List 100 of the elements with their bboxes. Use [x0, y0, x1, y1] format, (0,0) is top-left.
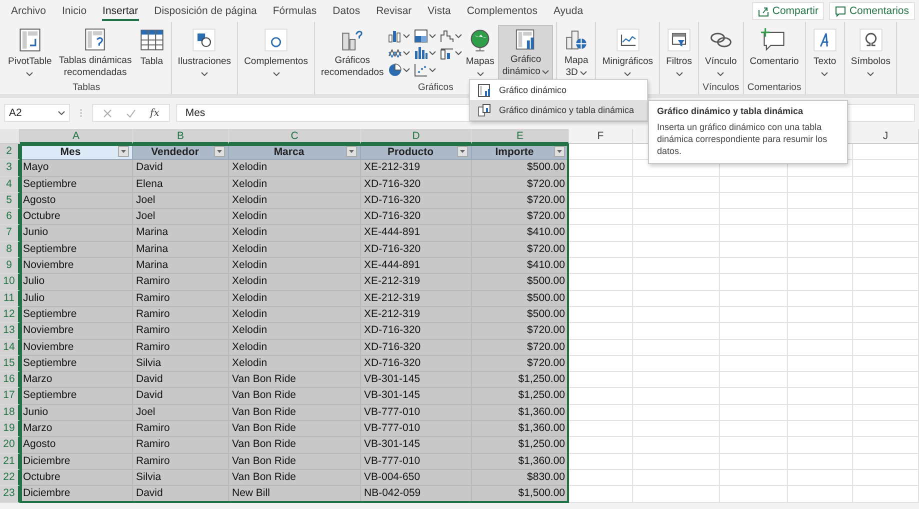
- table-cell: XD-716-320: [361, 209, 472, 226]
- table-cell: XD-716-320: [361, 356, 472, 372]
- table-cell: $1,250.00: [472, 372, 569, 388]
- table-cell: Ramiro: [133, 340, 229, 356]
- tooltip-text: Inserta un gráfico dinámico con una tabla dinámica correspondiente para resumir los datos.: [657, 121, 828, 157]
- table-cell: Septiembre: [20, 176, 133, 193]
- table-cell: Marina: [133, 258, 229, 274]
- table-cell: Van Bon Ride: [229, 372, 361, 388]
- table-cell: XD-716-320: [361, 192, 472, 210]
- table-cell: $720.00: [472, 323, 569, 340]
- table-cell: VB-301-145: [361, 388, 472, 405]
- table-cell: Noviembre: [20, 258, 133, 274]
- table-cell: Ramiro: [133, 306, 229, 324]
- table-cell: Xelodin: [229, 323, 361, 340]
- table-cell: Xelodin: [229, 356, 361, 372]
- table-cell: Ramiro: [133, 274, 229, 291]
- table-cell: $720.00: [472, 209, 569, 226]
- table-cell: Ramiro: [133, 437, 229, 454]
- table-cell: Van Bon Ride: [229, 388, 361, 405]
- table-cell: Xelodin: [229, 306, 361, 324]
- table-cell: VB-301-145: [361, 437, 472, 454]
- table-cell: XD-716-320: [361, 242, 472, 258]
- table-cell: $500.00: [472, 274, 569, 291]
- table-cell: $1,250.00: [472, 388, 569, 405]
- table-cell: $1,360.00: [472, 421, 569, 438]
- table-cell: Van Bon Ride: [229, 421, 361, 438]
- table-cell: XD-716-320: [361, 323, 472, 340]
- group-label: Comentarios: [747, 82, 802, 93]
- table-cell: $720.00: [472, 340, 569, 356]
- table-cell: Xelodin: [229, 258, 361, 274]
- table-cell: VB-777-010: [361, 404, 472, 422]
- table-cell: $720.00: [472, 356, 569, 372]
- table-cell: Van Bon Ride: [229, 470, 361, 486]
- table-cell: Marzo: [20, 372, 133, 388]
- table-cell: XE-212-319: [361, 306, 472, 324]
- table-cell: $500.00: [472, 290, 569, 307]
- table-cell: $720.00: [472, 192, 569, 210]
- table-cell: Van Bon Ride: [229, 437, 361, 454]
- table-cell: XE-212-319: [361, 160, 472, 177]
- table-cell: XE-444-891: [361, 258, 472, 274]
- table-cell: Marina: [133, 225, 229, 242]
- table-cell: Julio: [20, 274, 133, 291]
- table-cell: Marzo: [20, 421, 133, 438]
- table-cell: $1,360.00: [472, 454, 569, 470]
- table-cell: Septiembre: [20, 306, 133, 324]
- table-cell: Septiembre: [20, 388, 133, 405]
- table-cell: $830.00: [472, 470, 569, 486]
- table-cell: Xelodin: [229, 176, 361, 193]
- table-cell: XE-212-319: [361, 290, 472, 307]
- table-cell: VB-777-010: [361, 421, 472, 438]
- table-cell: $720.00: [472, 176, 569, 193]
- table-cell: Agosto: [20, 192, 133, 210]
- table-cell: $1,250.00: [472, 437, 569, 454]
- table-cell: XD-716-320: [361, 340, 472, 356]
- table-cell: Xelodin: [229, 274, 361, 291]
- table-cell: David: [133, 372, 229, 388]
- table-cell: XD-716-320: [361, 176, 472, 193]
- table-cell: XE-212-319: [361, 274, 472, 291]
- table-cell: $720.00: [472, 242, 569, 258]
- table-cell: Junio: [20, 225, 133, 242]
- table-cell: Agosto: [20, 437, 133, 454]
- table-cell: Xelodin: [229, 340, 361, 356]
- table-cell: Joel: [133, 209, 229, 226]
- group-label: Vínculos: [702, 82, 740, 93]
- table-cell: Xelodin: [229, 209, 361, 226]
- table-cell: Octubre: [20, 470, 133, 486]
- table-cell: Noviembre: [20, 323, 133, 340]
- table-cell: David: [133, 388, 229, 405]
- table-cell: Septiembre: [20, 242, 133, 258]
- table-cell: $410.00: [472, 225, 569, 242]
- table-cell: VB-777-010: [361, 454, 472, 470]
- group-label: Tablas: [72, 82, 100, 93]
- table-cell: Ramiro: [133, 454, 229, 470]
- table-cell: VB-004-650: [361, 470, 472, 486]
- table-cell: Ramiro: [133, 421, 229, 438]
- table-cell: David: [133, 160, 229, 177]
- table-cell: $500.00: [472, 160, 569, 177]
- group-label: Gráficos: [418, 82, 454, 93]
- table-cell: Silvia: [133, 356, 229, 372]
- table-cell: $410.00: [472, 258, 569, 274]
- table-cell: Van Bon Ride: [229, 454, 361, 470]
- table-cell: Julio: [20, 290, 133, 307]
- table-cell: Xelodin: [229, 225, 361, 242]
- table-cell: Ramiro: [133, 290, 229, 307]
- table-cell: Silvia: [133, 470, 229, 486]
- table-cell: Xelodin: [229, 290, 361, 307]
- table-cell: Xelodin: [229, 160, 361, 177]
- table-cell: Junio: [20, 404, 133, 422]
- table-cell: Ramiro: [133, 323, 229, 340]
- table-cell: $500.00: [472, 306, 569, 324]
- table-cell: Marina: [133, 242, 229, 258]
- table-cell: Xelodin: [229, 242, 361, 258]
- table-cell: Van Bon Ride: [229, 404, 361, 422]
- table-cell: Joel: [133, 192, 229, 210]
- table-cell: XE-444-891: [361, 225, 472, 242]
- tooltip-title: Gráfico dinámico y tabla dinámica: [657, 106, 804, 116]
- table-cell: VB-301-145: [361, 372, 472, 388]
- table-cell: Noviembre: [20, 340, 133, 356]
- table-cell: Diciembre: [20, 454, 133, 470]
- table-cell: Mayo: [20, 160, 133, 177]
